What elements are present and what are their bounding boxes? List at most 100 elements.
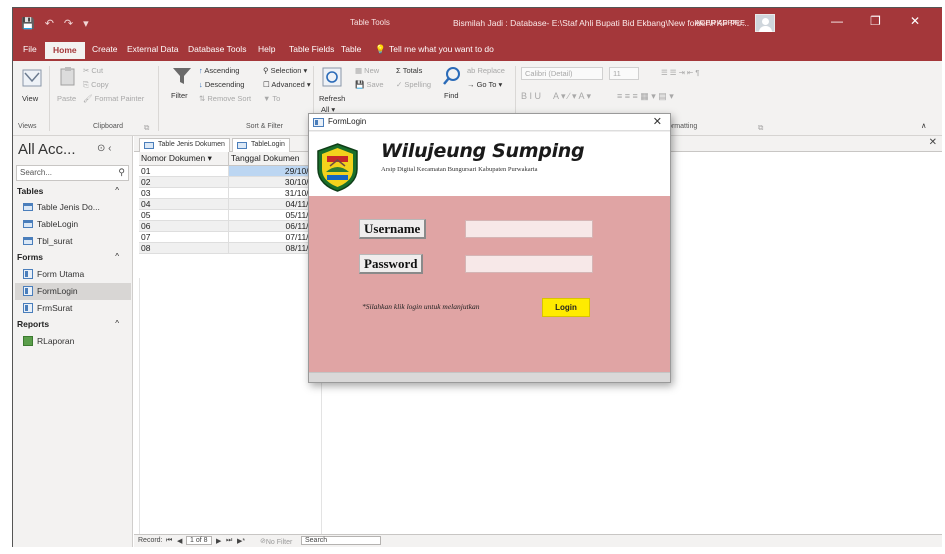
nav-item-formlogin[interactable]: FormLogin — [15, 283, 131, 300]
tab-home[interactable]: Home — [45, 42, 85, 59]
customize-qat-icon[interactable]: ▾ — [83, 17, 89, 30]
tab-database-tools[interactable]: Database Tools — [188, 44, 246, 54]
undo-icon[interactable]: ↶ — [45, 17, 54, 30]
welcome-heading: Wilujeung Sumping — [381, 140, 585, 162]
paste-icon[interactable] — [57, 65, 79, 87]
nav-item-rlaporan[interactable]: RLaporan — [15, 333, 131, 350]
no-filter-button[interactable]: ⊘ No Filter — [260, 537, 292, 546]
last-record-button[interactable]: ⏭ — [226, 537, 232, 545]
previous-record-button[interactable]: ◀ — [177, 537, 182, 545]
copy-button[interactable]: ⎘ Copy — [83, 80, 109, 90]
minimize-button[interactable]: — — [831, 14, 843, 28]
cut-button[interactable]: ✂ Cut — [83, 66, 103, 75]
spelling-button[interactable]: ✓ Spelling — [396, 80, 431, 89]
font-size-select[interactable]: 11 — [609, 67, 639, 80]
cell[interactable]: 05 — [139, 210, 229, 220]
nav-search-input[interactable]: Search... ⚲ — [16, 165, 129, 181]
totals-button[interactable]: Σ Totals — [396, 66, 422, 75]
remove-sort-button[interactable]: ⇅ Remove Sort — [199, 94, 251, 103]
font-name-select[interactable]: Calibri (Detail) — [521, 67, 603, 80]
refresh-icon[interactable] — [321, 66, 343, 88]
password-field[interactable] — [465, 255, 593, 273]
restore-button[interactable]: ❐ — [870, 14, 881, 28]
tab-file[interactable]: File — [23, 44, 37, 54]
toggle-filter-button[interactable]: ▼ To — [263, 94, 280, 103]
doc-tab-tablelogin[interactable]: TableLogin — [232, 138, 290, 152]
tell-me-box[interactable]: Tell me what you want to do — [389, 44, 494, 54]
replace-button[interactable]: ab Replace — [467, 66, 505, 75]
record-search-input[interactable]: Search — [301, 536, 381, 545]
popup-close-button[interactable]: ✕ — [653, 115, 662, 128]
username-field[interactable] — [465, 220, 593, 238]
nav-item-tbl-surat[interactable]: Tbl_surat — [15, 233, 131, 250]
user-name[interactable]: ACER ASPIRE — [695, 18, 745, 27]
cell[interactable]: 04 — [139, 199, 229, 209]
filter-icon[interactable] — [171, 65, 193, 87]
tab-help[interactable]: Help — [258, 44, 275, 54]
column-header-nomor-dokumen[interactable]: Nomor Dokumen ▾ — [139, 152, 229, 165]
table-row[interactable]: 02 30/10/20 — [139, 177, 321, 188]
tell-me-icon[interactable]: 💡 — [375, 44, 386, 55]
table-row[interactable]: 06 06/11/20 — [139, 221, 321, 232]
clipboard-launcher-icon[interactable]: ⧉ — [144, 123, 149, 133]
nav-item-tablelogin[interactable]: TableLogin — [15, 216, 131, 233]
cut-label: Cut — [91, 66, 104, 75]
tab-table[interactable]: Table — [341, 44, 361, 54]
view-button[interactable]: View — [22, 94, 38, 103]
cell[interactable]: 06 — [139, 221, 229, 231]
paste-button[interactable]: Paste — [57, 94, 76, 103]
find-icon[interactable] — [441, 65, 463, 87]
cell[interactable]: 03 — [139, 188, 229, 198]
filter-button[interactable]: Filter — [171, 91, 188, 100]
table-row[interactable]: 07 07/11/20 — [139, 232, 321, 243]
table-row[interactable]: 08 08/11/20 — [139, 243, 321, 254]
cell[interactable]: 02 — [139, 177, 229, 187]
font-color-icon[interactable]: A ▾ ∕ ▾ A ▾ — [553, 91, 591, 102]
tab-external-data[interactable]: External Data — [127, 44, 179, 54]
advanced-button[interactable]: ☐ Advanced ▾ — [263, 80, 311, 89]
close-button[interactable]: ✕ — [910, 14, 920, 28]
next-record-button[interactable]: ▶ — [216, 537, 221, 545]
first-record-button[interactable]: ⏮ — [166, 537, 172, 545]
selection-button[interactable]: ⚲ Selection ▾ — [263, 66, 307, 75]
nav-section-forms[interactable]: Forms ^ — [17, 252, 127, 262]
format-painter-button[interactable]: 🖌 Format Painter — [83, 94, 144, 103]
text-formatting-launcher-icon[interactable]: ⧉ — [758, 123, 763, 133]
nav-section-reports[interactable]: Reports ^ — [17, 319, 127, 329]
cell[interactable]: 07 — [139, 232, 229, 242]
save-record-button[interactable]: 💾 Save — [355, 80, 384, 89]
save-icon[interactable]: 💾 — [21, 17, 35, 30]
redo-icon[interactable]: ↷ — [64, 17, 73, 30]
table-row[interactable]: 03 31/10/20 — [139, 188, 321, 199]
table-row[interactable]: 01 29/10/20 — [139, 166, 321, 177]
descending-button[interactable]: ↓ Descending — [199, 80, 244, 89]
nav-item-frmsurat[interactable]: FrmSurat — [15, 300, 131, 317]
nav-pane-menu-icon[interactable]: ⊙ ‹ — [97, 143, 112, 154]
find-button[interactable]: Find — [444, 91, 459, 100]
nav-item-table-jenis-dokumen[interactable]: Table Jenis Do... — [15, 199, 131, 216]
doc-tab-table-jenis-dokumen[interactable]: Table Jenis Dokumen — [139, 138, 230, 152]
login-button[interactable]: Login — [542, 298, 590, 317]
table-row[interactable]: 04 04/11/20 — [139, 199, 321, 210]
new-record-button[interactable]: ▦ New — [355, 66, 379, 75]
refresh-button[interactable]: Refresh — [319, 94, 345, 103]
close-document-icon[interactable]: ✕ — [929, 137, 937, 148]
collapse-ribbon-icon[interactable]: ∧ — [921, 121, 927, 130]
align-icon[interactable]: ≡ ≡ ≡ ▦ ▾ ▤ ▾ — [617, 91, 674, 102]
bullets-icon[interactable]: ☰ ☰ ⇥ ⇤ ¶ — [661, 68, 699, 77]
nav-section-tables[interactable]: Tables ^ — [17, 186, 127, 196]
nav-pane-title[interactable]: All Acc... — [18, 141, 76, 158]
bold-italic-underline-icon[interactable]: B I U — [521, 91, 541, 101]
ascending-button[interactable]: ↑ Ascending — [199, 66, 239, 75]
record-position-input[interactable]: 1 of 8 — [186, 536, 212, 545]
tab-table-fields[interactable]: Table Fields — [289, 44, 334, 54]
avatar[interactable] — [755, 14, 775, 32]
goto-button[interactable]: → Go To ▾ — [467, 80, 502, 89]
cell[interactable]: 01 — [139, 166, 229, 176]
table-row[interactable]: 05 05/11/20 — [139, 210, 321, 221]
cell[interactable]: 08 — [139, 243, 229, 253]
view-icon[interactable] — [21, 67, 43, 89]
new-record-nav-button[interactable]: ▶* — [237, 537, 245, 545]
nav-item-form-utama[interactable]: Form Utama — [15, 266, 131, 283]
tab-create[interactable]: Create — [92, 44, 118, 54]
